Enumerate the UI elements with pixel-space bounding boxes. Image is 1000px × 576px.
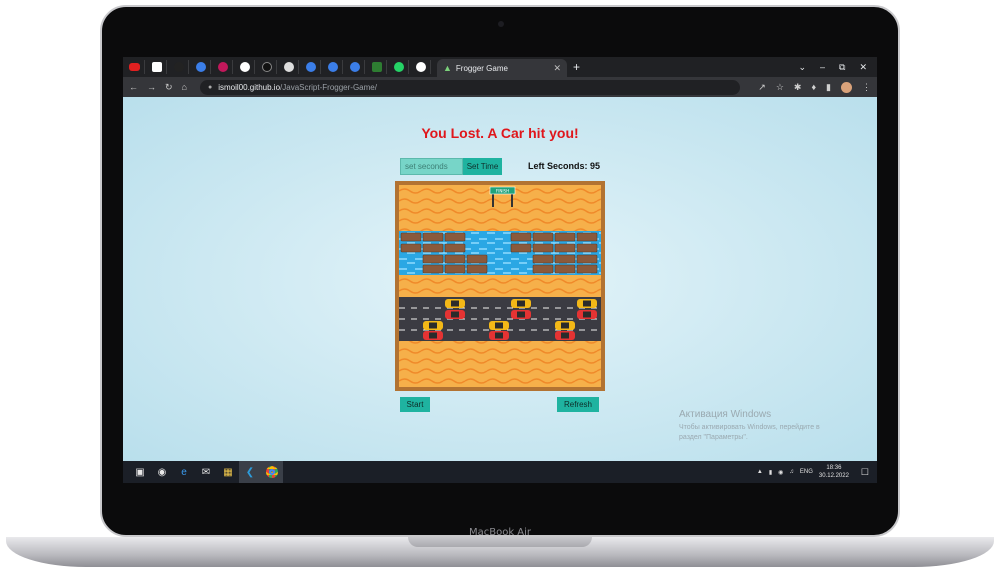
mail-icon[interactable]: ✉ — [195, 461, 217, 483]
windows-start-icon[interactable]: ▣ — [129, 461, 151, 483]
vscode-icon[interactable]: ❮ — [239, 461, 261, 483]
chevron-down-icon[interactable]: ⌄ — [798, 62, 806, 73]
github-tab[interactable] — [169, 60, 189, 74]
network-icon[interactable]: ◉ — [778, 469, 783, 476]
site-tab[interactable] — [345, 60, 365, 74]
windows-taskbar: ▣ ◉ e ✉ ▦ ❮ ▲ ▮ ◉ ♫ ENG 18:36 30.12.2022… — [123, 461, 877, 483]
seconds-input[interactable]: set seconds — [400, 158, 463, 175]
site-tab[interactable] — [235, 60, 255, 74]
screen: ▲ Frogger Game ✕ + ⌄ – ⧉ ✕ ← → ↻ ⌂ ● ism… — [123, 57, 877, 483]
share-icon[interactable]: ↗ — [758, 82, 766, 93]
svg-text:FINISH: FINISH — [496, 189, 509, 194]
device-brand: MacBook Air — [468, 527, 532, 538]
webcam — [498, 21, 504, 27]
system-tray: ▲ ▮ ◉ ♫ ENG 18:36 30.12.2022 ☐ — [757, 464, 877, 480]
game-board-canvas: FINISH — [399, 185, 601, 387]
extension-icon[interactable]: ✱ — [794, 82, 802, 93]
activation-line-1: Чтобы активировать Windows, перейдите в — [679, 424, 820, 431]
site-tab[interactable] — [279, 60, 299, 74]
language-indicator[interactable]: ENG — [800, 469, 813, 475]
edge-icon[interactable]: e — [173, 461, 195, 483]
lock-icon: ● — [207, 83, 213, 91]
url-path: /JavaScript-Frogger-Game/ — [280, 82, 377, 92]
clock-date: 30.12.2022 — [818, 473, 849, 479]
tab-frogger-game[interactable]: ▲ Frogger Game ✕ — [437, 59, 567, 77]
refresh-button[interactable]: Refresh — [557, 397, 599, 412]
activation-line-2: раздел "Параметры". — [679, 434, 748, 441]
site-tab[interactable] — [367, 60, 387, 74]
site-tab[interactable] — [301, 60, 321, 74]
notifications-icon[interactable]: ☐ — [861, 467, 869, 478]
set-time-button[interactable]: Set Time — [463, 158, 502, 175]
volume-icon[interactable]: ♫ — [789, 469, 794, 475]
minimize-icon[interactable]: – — [820, 62, 825, 73]
tab-title: Frogger Game — [455, 63, 508, 73]
result-message: You Lost. A Car hit you! — [421, 125, 579, 141]
chrome-icon[interactable] — [261, 461, 283, 483]
whatsapp-tab[interactable] — [389, 60, 409, 74]
browser-tabstrip: ▲ Frogger Game ✕ + ⌄ – ⧉ ✕ — [123, 57, 877, 77]
restore-icon[interactable]: ⧉ — [839, 62, 845, 73]
file-explorer-icon[interactable]: ▦ — [217, 461, 239, 483]
laptop-notch — [408, 537, 592, 547]
start-button[interactable]: Start — [400, 397, 430, 412]
youtube-tab[interactable] — [125, 60, 145, 74]
search-cortana-icon[interactable]: ◉ — [151, 461, 173, 483]
toolbar-actions: ↗ ☆ ✱ ♦ ▮ ⋮ — [758, 81, 871, 93]
close-window-icon[interactable]: ✕ — [859, 62, 867, 73]
browser-toolbar: ← → ↻ ⌂ ● ismoil00.github.io /JavaScript… — [123, 77, 877, 97]
activation-title: Активация Windows — [679, 409, 772, 420]
google-tab[interactable] — [411, 60, 431, 74]
star-icon[interactable]: ☆ — [776, 82, 784, 93]
sidepanel-icon[interactable]: ▮ — [826, 82, 831, 93]
site-tab[interactable] — [213, 60, 233, 74]
left-seconds-label: Left Seconds: 95 — [528, 161, 601, 171]
url-host: ismoil00.github.io — [218, 82, 281, 92]
clock-time: 18:36 — [826, 465, 842, 471]
profile-avatar[interactable] — [841, 81, 852, 93]
address-bar[interactable]: ● ismoil00.github.io /JavaScript-Frogger… — [199, 79, 740, 95]
site-tab[interactable] — [323, 60, 343, 74]
forward-arrow-icon[interactable]: → — [147, 82, 156, 92]
back-arrow-icon[interactable]: ← — [129, 82, 138, 92]
windows-activation-watermark: Активация Windows Чтобы активировать Win… — [679, 409, 820, 443]
window-controls: ⌄ – ⧉ ✕ — [798, 62, 867, 73]
new-tab-icon[interactable]: + — [573, 60, 580, 74]
site-tab[interactable] — [191, 60, 211, 74]
middle-sand — [399, 275, 601, 297]
frog-icon: ▲ — [443, 63, 452, 73]
puzzle-icon[interactable]: ♦ — [811, 82, 816, 93]
battery-icon[interactable]: ▮ — [769, 469, 772, 476]
clock[interactable]: 18:36 30.12.2022 — [819, 464, 849, 480]
game-page: You Lost. A Car hit you! set seconds Set… — [123, 97, 877, 461]
home-icon[interactable]: ⌂ — [182, 82, 187, 92]
menu-icon[interactable]: ⋮ — [862, 82, 871, 93]
start-sand — [399, 341, 601, 387]
reload-icon[interactable]: ↻ — [165, 82, 173, 93]
medium-tab[interactable] — [147, 60, 167, 74]
game-board: FINISH — [395, 181, 605, 391]
chevron-up-icon[interactable]: ▲ — [757, 469, 763, 475]
site-tab[interactable] — [257, 60, 277, 74]
close-icon[interactable]: ✕ — [553, 63, 561, 74]
